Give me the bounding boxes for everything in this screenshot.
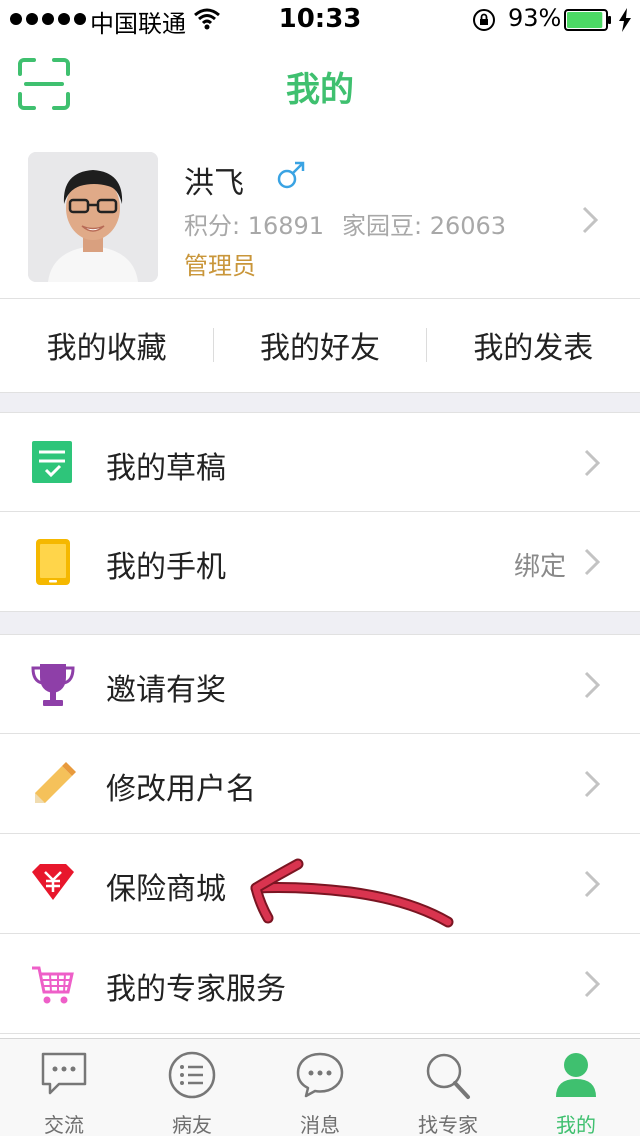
trophy-icon — [31, 664, 75, 706]
tab-label: 交流 — [44, 1113, 84, 1136]
menu-row-phone[interactable]: 我的手机 绑定 — [0, 512, 640, 612]
my-posts-button[interactable]: 我的发表 — [427, 298, 640, 392]
nav-bar: 我的 — [0, 40, 640, 130]
chevron-right-icon — [584, 671, 600, 699]
menu-label: 我的草稿 — [106, 451, 226, 486]
tab-label: 找专家 — [418, 1113, 478, 1136]
role-badge: 管理员 — [184, 252, 256, 280]
tab-bar: 交流 病友 消息 找专家 我的 — [0, 1038, 640, 1136]
tab-label: 消息 — [300, 1113, 340, 1136]
pencil-icon — [35, 762, 76, 803]
chevron-right-icon — [584, 770, 600, 798]
menu-row-drafts[interactable]: 我的草稿 — [0, 412, 640, 512]
rotation-lock-icon — [473, 9, 495, 31]
username: 洪飞 — [184, 166, 244, 201]
my-friends-button[interactable]: 我的好友 — [213, 298, 426, 392]
tab-exchange[interactable]: 交流 — [0, 1039, 128, 1136]
separator — [213, 328, 214, 362]
my-favorites-button[interactable]: 我的收藏 — [0, 298, 213, 392]
beans-value: 家园豆: 26063 — [342, 212, 507, 240]
profile-card[interactable]: 洪飞 积分: 16891 家园豆: 26063 管理员 — [0, 130, 640, 298]
tab-find-expert[interactable]: 找专家 — [384, 1039, 512, 1136]
menu-row-rename[interactable]: 修改用户名 — [0, 734, 640, 834]
phone-icon — [36, 539, 70, 585]
section-gap — [0, 392, 640, 412]
tab-label: 我的 — [556, 1113, 596, 1136]
tab-label: 病友 — [172, 1113, 212, 1136]
menu-label: 邀请有奖 — [106, 673, 226, 708]
person-icon — [556, 1053, 596, 1097]
battery-icon — [564, 9, 611, 31]
battery-percentage: 93% — [508, 4, 562, 32]
male-gender-icon — [277, 161, 305, 189]
avatar-photo — [28, 152, 158, 282]
chevron-right-icon — [582, 206, 598, 234]
list-icon — [168, 1051, 216, 1099]
chat-bubble-icon — [41, 1052, 87, 1095]
chevron-right-icon — [584, 449, 600, 477]
menu-label: 修改用户名 — [106, 772, 256, 807]
separator — [426, 328, 427, 362]
divider — [0, 1033, 640, 1034]
menu-label: 我的手机 — [106, 550, 226, 585]
charging-icon — [619, 8, 631, 32]
tab-mine[interactable]: 我的 — [512, 1039, 640, 1136]
menu-label: 我的专家服务 — [106, 972, 286, 1007]
message-icon — [296, 1052, 344, 1098]
page-title: 我的 — [286, 70, 354, 110]
avatar[interactable] — [28, 152, 158, 282]
chevron-right-icon — [584, 548, 600, 576]
section-gap — [0, 612, 640, 634]
status-bar: 中国联通 10:33 93% — [0, 0, 640, 40]
menu-row-expert[interactable]: 我的专家服务 — [0, 934, 640, 1034]
points-value: 积分: 16891 — [184, 212, 325, 240]
chevron-right-icon — [584, 870, 600, 898]
menu-row-insurance[interactable]: 保险商城 — [0, 834, 640, 934]
shortcut-bar: 我的收藏 我的好友 我的发表 — [0, 298, 640, 392]
tab-messages[interactable]: 消息 — [256, 1039, 384, 1136]
cart-icon — [32, 966, 74, 1004]
menu-label: 保险商城 — [106, 872, 226, 907]
bind-status: 绑定 — [513, 552, 566, 582]
draft-icon — [32, 441, 72, 483]
tab-patients[interactable]: 病友 — [128, 1039, 256, 1136]
diamond-yen-icon — [32, 864, 74, 900]
search-icon — [426, 1053, 470, 1099]
menu-row-invite[interactable]: 邀请有奖 — [0, 634, 640, 734]
chevron-right-icon — [584, 970, 600, 998]
